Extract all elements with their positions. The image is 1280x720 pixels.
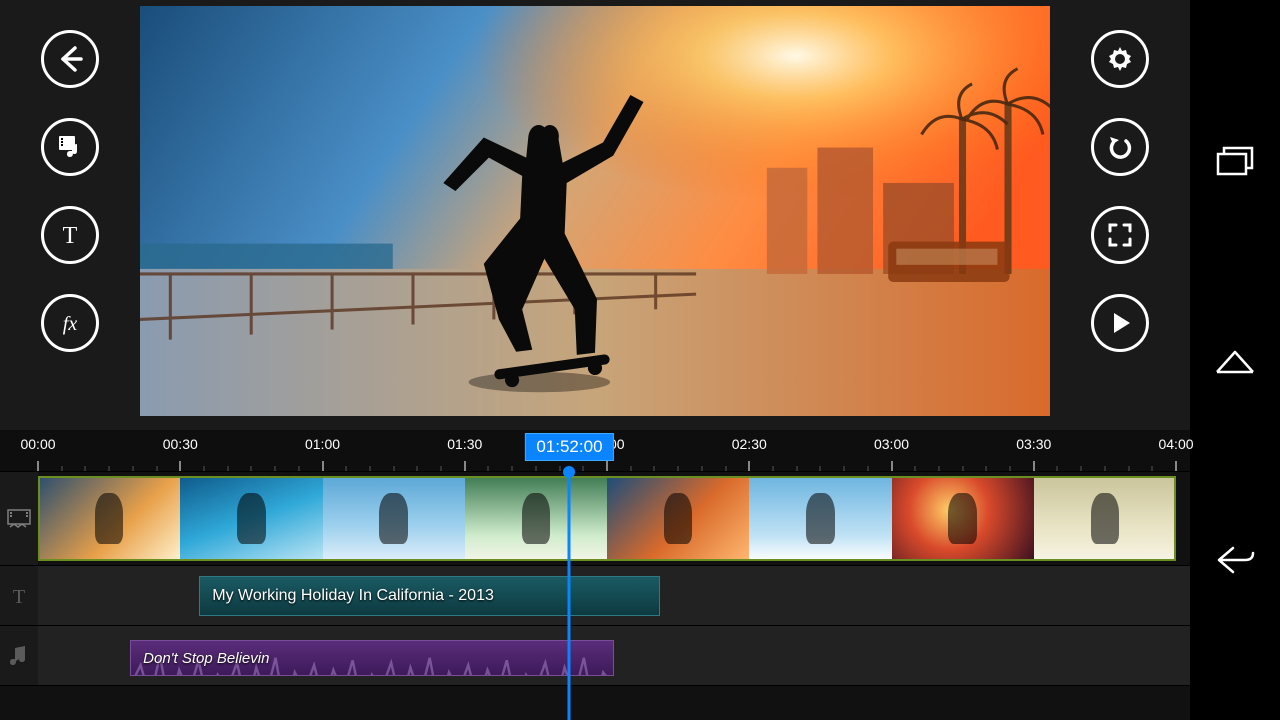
playhead-time[interactable]: 01:52:00 [525, 433, 613, 461]
video-thumb[interactable] [38, 476, 180, 561]
left-toolbar: T fx [0, 0, 140, 430]
home-icon [1213, 346, 1257, 376]
video-thumb[interactable] [180, 476, 322, 561]
preview-image [140, 6, 1050, 416]
svg-text:fx: fx [63, 313, 78, 335]
title-clip-text: My Working Holiday In California - 2013 [212, 587, 494, 605]
video-thumb[interactable] [749, 476, 891, 561]
video-preview[interactable] [140, 6, 1050, 416]
fullscreen-icon [1106, 221, 1134, 249]
ruler-label: 00:30 [163, 436, 198, 452]
text-button[interactable]: T [41, 206, 99, 264]
media-button[interactable] [41, 118, 99, 176]
video-thumb[interactable] [465, 476, 607, 561]
audio-clip-text: Don't Stop Believin [143, 650, 269, 667]
android-nav-bar [1190, 0, 1280, 720]
ruler-label: 01:30 [447, 436, 482, 452]
playhead-handle[interactable] [563, 466, 575, 478]
audio-clip[interactable]: Don't Stop Believin [130, 640, 614, 676]
fx-button[interactable]: fx [41, 294, 99, 352]
ruler-label: 02:30 [732, 436, 767, 452]
audio-track[interactable]: Don't Stop Believin [0, 626, 1190, 686]
fx-icon: fx [55, 309, 85, 337]
home-button[interactable] [1213, 346, 1257, 376]
play-button[interactable] [1091, 294, 1149, 352]
ruler-label: 04:00 [1158, 436, 1193, 452]
playhead-line [568, 472, 571, 720]
title-clip[interactable]: My Working Holiday In California - 2013 [199, 576, 660, 616]
video-thumb[interactable] [607, 476, 749, 561]
recent-apps-button[interactable] [1215, 145, 1255, 177]
arrow-left-icon [55, 44, 85, 74]
gear-icon [1105, 44, 1135, 74]
svg-text:T: T [13, 586, 25, 607]
undo-button[interactable] [1091, 118, 1149, 176]
video-thumb[interactable] [1034, 476, 1176, 561]
video-thumb[interactable] [892, 476, 1034, 561]
audio-track-icon [0, 626, 38, 685]
back-nav-button[interactable] [1215, 545, 1255, 575]
title-track[interactable]: T My Working Holiday In California - 201… [0, 566, 1190, 626]
fullscreen-button[interactable] [1091, 206, 1149, 264]
media-icon [56, 133, 84, 161]
back-nav-icon [1215, 545, 1255, 575]
video-track[interactable] [0, 472, 1190, 566]
video-track-icon [0, 472, 38, 565]
text-icon: T [56, 221, 84, 249]
undo-icon [1106, 133, 1134, 161]
ruler-label: 01:00 [305, 436, 340, 452]
svg-text:T: T [63, 223, 78, 249]
video-thumb[interactable] [323, 476, 465, 561]
recent-apps-icon [1215, 145, 1255, 177]
ruler-label: 03:30 [1016, 436, 1051, 452]
right-toolbar [1050, 0, 1190, 430]
video-clip[interactable] [38, 476, 1176, 561]
ruler-label: 03:00 [874, 436, 909, 452]
settings-button[interactable] [1091, 30, 1149, 88]
back-button[interactable] [41, 30, 99, 88]
play-icon [1107, 310, 1133, 336]
title-track-icon: T [0, 566, 38, 625]
ruler-label: 00:00 [20, 436, 55, 452]
timeline: 00:0000:3001:0001:3002:0002:3003:0003:30… [0, 430, 1190, 720]
timeline-ruler[interactable]: 00:0000:3001:0001:3002:0002:3003:0003:30… [0, 430, 1190, 472]
